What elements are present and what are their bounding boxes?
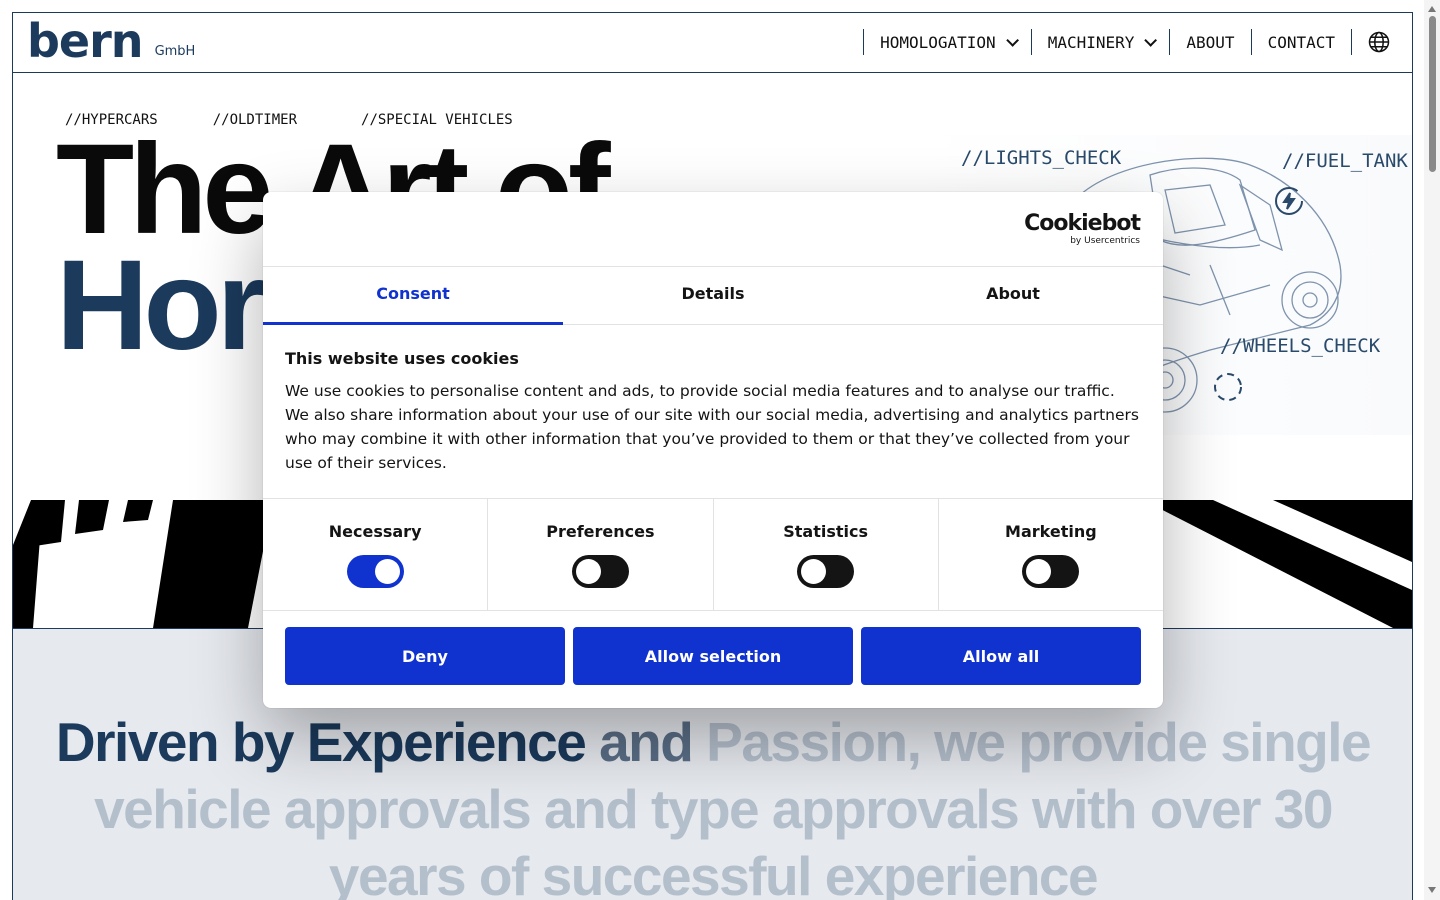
scroll-down-arrow-icon[interactable] <box>1428 887 1436 893</box>
dialog-description: We use cookies to personalise content an… <box>285 382 1139 472</box>
cookiebot-brand: Cookiebot <box>1024 211 1141 236</box>
cookie-categories: Necessary Preferences Statistics Marketi… <box>263 499 1163 611</box>
scrollbar-thumb[interactable] <box>1429 16 1436 172</box>
necessary-toggle[interactable] <box>346 555 404 588</box>
tab-about[interactable]: About <box>863 267 1163 324</box>
category-necessary-label: Necessary <box>328 522 422 541</box>
tab-details[interactable]: Details <box>563 267 863 324</box>
allow-selection-button[interactable]: Allow selection <box>573 627 853 685</box>
category-statistics-label: Statistics <box>783 522 868 541</box>
category-marketing-label: Marketing <box>1005 522 1097 541</box>
statistics-toggle[interactable] <box>797 555 855 588</box>
tab-consent[interactable]: Consent <box>263 267 563 325</box>
dialog-body: This website uses cookies We use cookies… <box>263 325 1163 499</box>
cookie-consent-dialog: Cookiebot by Usercentrics Consent Detail… <box>263 192 1163 708</box>
page-scrollbar[interactable] <box>1424 0 1440 900</box>
dialog-header: Cookiebot by Usercentrics <box>263 192 1163 267</box>
allow-all-button[interactable]: Allow all <box>861 627 1141 685</box>
category-preferences: Preferences <box>488 499 714 610</box>
category-necessary: Necessary <box>263 499 489 610</box>
cookiebot-logo[interactable]: Cookiebot by Usercentrics <box>1024 211 1141 247</box>
dialog-tabs: Consent Details About <box>263 267 1163 325</box>
category-statistics: Statistics <box>714 499 939 610</box>
dialog-buttons: Deny Allow selection Allow all <box>263 611 1163 701</box>
category-preferences-label: Preferences <box>546 522 655 541</box>
dialog-title: This website uses cookies <box>285 349 519 368</box>
preferences-toggle[interactable] <box>571 555 629 588</box>
category-marketing: Marketing <box>939 499 1163 610</box>
marketing-toggle[interactable] <box>1022 555 1080 588</box>
cookiebot-brand-sub: by Usercentrics <box>1070 236 1140 246</box>
scroll-up-arrow-icon[interactable] <box>1428 6 1436 12</box>
deny-button[interactable]: Deny <box>285 627 565 685</box>
